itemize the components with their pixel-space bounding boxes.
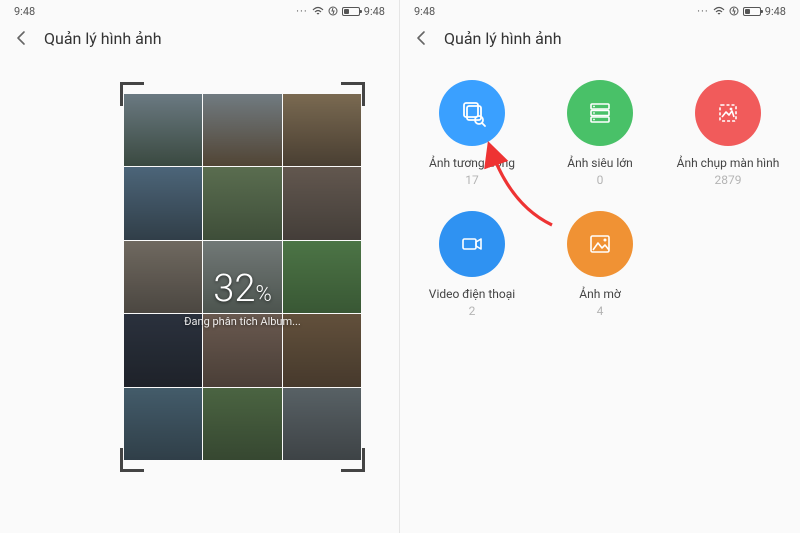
category-videos[interactable]: Video điện thoại 2	[408, 211, 536, 318]
battery-icon	[743, 7, 761, 16]
server-icon	[585, 98, 615, 128]
charge-icon	[328, 6, 338, 16]
charge-icon	[729, 6, 739, 16]
category-blurry-photos[interactable]: Ảnh mờ 4	[536, 211, 664, 318]
photo-thumbnail	[283, 241, 361, 313]
header: Quản lý hình ảnh	[0, 22, 399, 58]
photo-thumbnail	[203, 314, 281, 386]
category-screenshots[interactable]: Ảnh chụp màn hình 2879	[664, 80, 792, 187]
category-grid: Ảnh tương đồng 17 Ảnh siêu lớn 0	[400, 58, 800, 326]
category-circle	[695, 80, 761, 146]
category-circle	[567, 80, 633, 146]
photo-thumbnail	[124, 94, 202, 166]
photo-thumbnail	[283, 167, 361, 239]
category-circle	[439, 80, 505, 146]
battery-icon	[342, 7, 360, 16]
photo-grid	[124, 94, 361, 460]
scan-frame: 32% Đang phân tích Album...	[120, 82, 365, 472]
photo-thumbnail	[283, 388, 361, 460]
category-count: 2	[469, 304, 476, 318]
photo-thumbnail	[203, 388, 281, 460]
arrow-left-icon	[13, 29, 31, 47]
wifi-icon	[312, 6, 324, 16]
photo-thumbnail	[203, 167, 281, 239]
status-right: ··· 9:48	[296, 5, 385, 18]
right-phone-screen: 9:48 ··· 9:48 Quản lý hình ảnh Ảnh	[400, 0, 800, 533]
photo-thumbnail	[283, 94, 361, 166]
status-right: ··· 9:48	[697, 5, 786, 18]
category-circle	[567, 211, 633, 277]
photo-thumbnail	[124, 241, 202, 313]
page-title: Quản lý hình ảnh	[44, 29, 162, 48]
photo-thumbnail	[203, 94, 281, 166]
category-label: Ảnh tương đồng	[429, 156, 515, 170]
arrow-left-icon	[413, 29, 431, 47]
image-blur-icon	[585, 229, 615, 259]
category-similar-photos[interactable]: Ảnh tương đồng 17	[408, 80, 536, 187]
signal-dots-icon: ···	[296, 5, 308, 18]
photo-thumbnail	[124, 314, 202, 386]
page-title: Quản lý hình ảnh	[444, 29, 562, 48]
category-label: Video điện thoại	[429, 287, 515, 301]
similar-photos-icon	[457, 98, 487, 128]
clock-right: 9:48	[765, 5, 786, 18]
category-count: 0	[597, 173, 604, 187]
category-count: 2879	[715, 173, 742, 187]
photo-thumbnail	[124, 388, 202, 460]
category-circle	[439, 211, 505, 277]
header: Quản lý hình ảnh	[400, 22, 800, 58]
back-button[interactable]	[412, 28, 432, 48]
category-label: Ảnh siêu lớn	[567, 156, 633, 170]
wifi-icon	[713, 6, 725, 16]
category-large-photos[interactable]: Ảnh siêu lớn 0	[536, 80, 664, 187]
clock-right: 9:48	[364, 5, 385, 18]
category-label: Ảnh mờ	[579, 287, 620, 301]
photo-thumbnail	[203, 241, 281, 313]
category-label: Ảnh chụp màn hình	[677, 156, 780, 170]
left-phone-screen: 9:48 ··· 9:48 Quản lý hình ảnh	[0, 0, 400, 533]
screenshot-icon	[713, 98, 743, 128]
clock: 9:48	[414, 5, 435, 18]
status-bar: 9:48 ··· 9:48	[400, 0, 800, 22]
category-count: 4	[597, 304, 604, 318]
photo-thumbnail	[283, 314, 361, 386]
signal-dots-icon: ···	[697, 5, 709, 18]
clock: 9:48	[14, 5, 35, 18]
status-bar: 9:48 ··· 9:48	[0, 0, 399, 22]
category-count: 17	[465, 173, 479, 187]
photo-thumbnail	[124, 167, 202, 239]
back-button[interactable]	[12, 28, 32, 48]
video-icon	[457, 229, 487, 259]
